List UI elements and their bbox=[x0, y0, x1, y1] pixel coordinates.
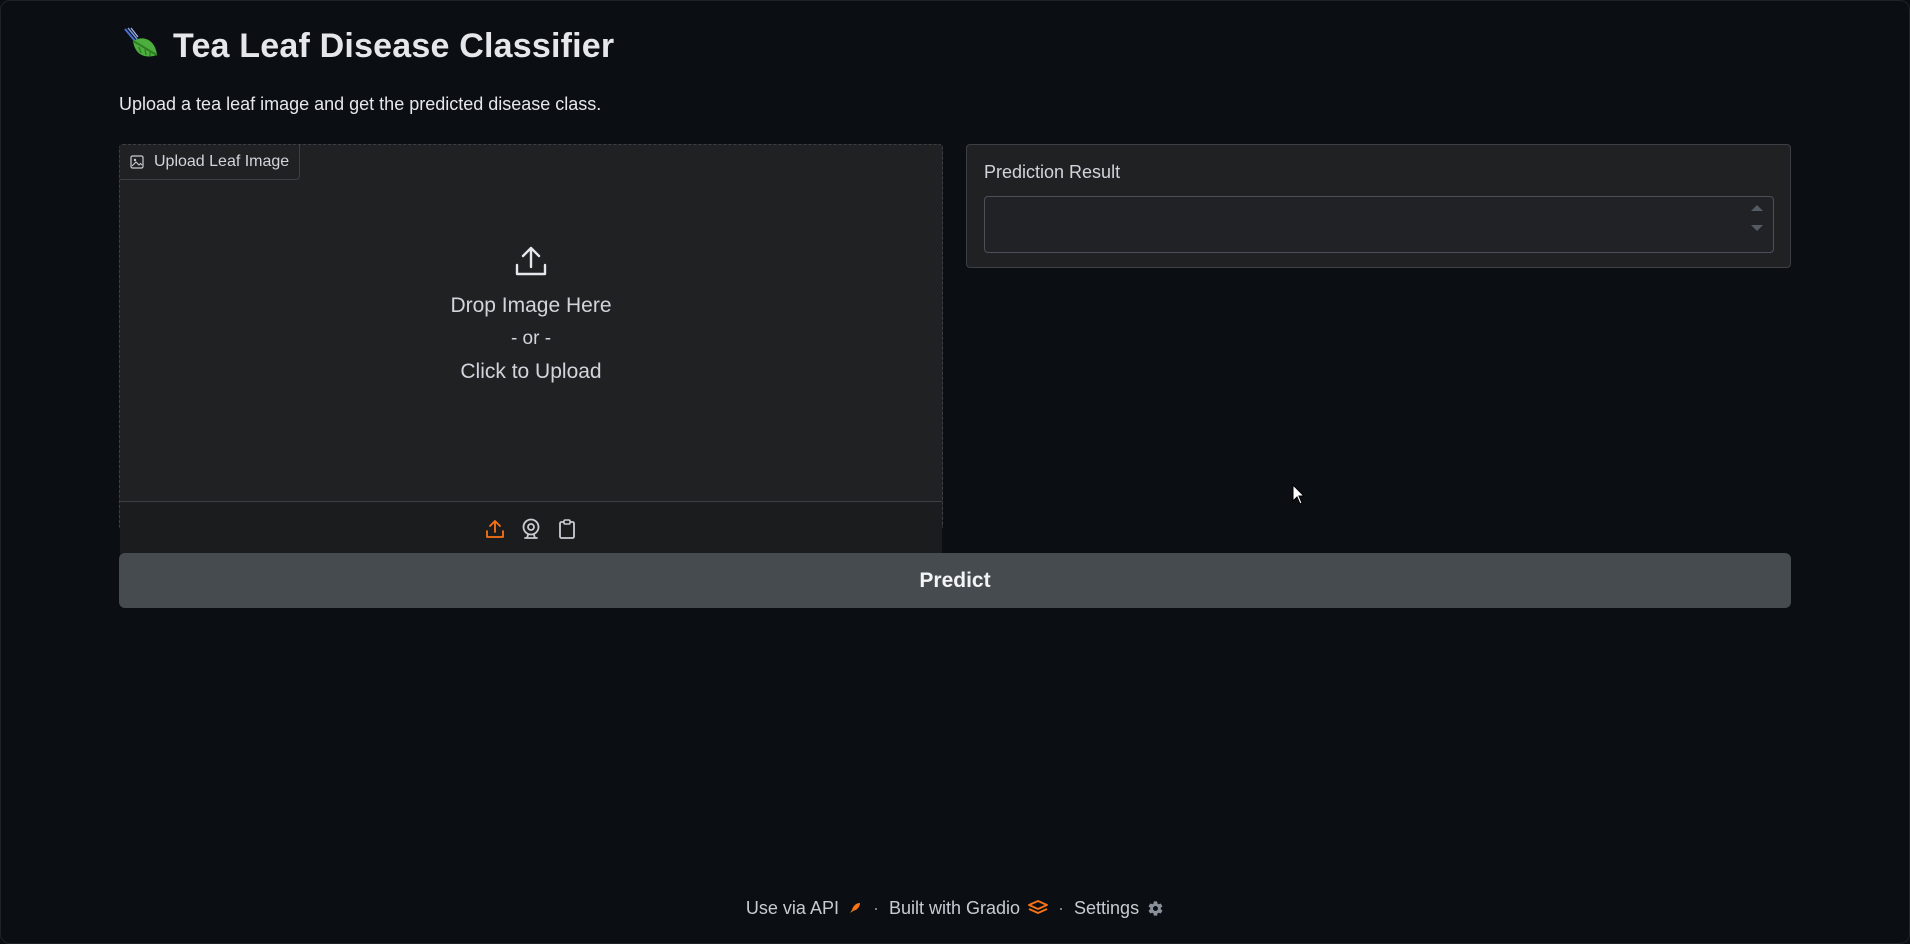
webcam-icon bbox=[522, 518, 540, 539]
prediction-result-panel: Prediction Result bbox=[966, 144, 1791, 268]
use-via-api-label: Use via API bbox=[745, 897, 839, 918]
image-upload-panel: Upload Leaf Image Drop Image Here - or -… bbox=[119, 144, 943, 555]
app-header: Tea Leaf Disease Classifier bbox=[119, 20, 614, 72]
tea-leaf-icon bbox=[124, 27, 158, 57]
clipboard-icon bbox=[559, 518, 575, 539]
scroll-up-icon bbox=[1751, 205, 1763, 211]
upload-icon bbox=[486, 519, 504, 538]
clipboard-source-button[interactable] bbox=[556, 518, 578, 540]
upload-panel-label: Upload Leaf Image bbox=[120, 145, 301, 180]
drop-image-text: Drop Image Here bbox=[450, 294, 612, 317]
settings-link[interactable]: Settings bbox=[1074, 898, 1164, 919]
prediction-result-field[interactable] bbox=[984, 196, 1774, 253]
result-scroll-arrows[interactable] bbox=[1751, 205, 1763, 231]
rocket-icon bbox=[849, 903, 860, 913]
upload-source-button[interactable] bbox=[484, 518, 506, 540]
source-selector bbox=[120, 501, 942, 555]
built-with-gradio-label: Built with Gradio bbox=[888, 897, 1021, 918]
footer-separator: · bbox=[1058, 897, 1065, 918]
footer: Use via API · Built with Gradio · Settin… bbox=[0, 894, 1910, 922]
mouse-pointer-icon bbox=[1292, 484, 1306, 505]
page-description: Upload a tea leaf image and get the pred… bbox=[119, 94, 602, 114]
gear-icon bbox=[1148, 900, 1163, 916]
page-title: Tea Leaf Disease Classifier bbox=[173, 26, 615, 65]
or-divider-text: - or - bbox=[510, 328, 552, 349]
upload-arrow-icon bbox=[515, 246, 547, 276]
image-icon bbox=[130, 155, 144, 169]
predict-button[interactable]: Predict bbox=[119, 553, 1791, 608]
prediction-result-label: Prediction Result bbox=[984, 162, 1121, 182]
scroll-down-icon bbox=[1751, 225, 1763, 231]
built-with-gradio-link[interactable]: Built with Gradio bbox=[889, 898, 1048, 919]
settings-label: Settings bbox=[1074, 897, 1140, 918]
upload-label-text: Upload Leaf Image bbox=[154, 153, 290, 170]
click-to-upload-text: Click to Upload bbox=[460, 360, 602, 383]
footer-separator: · bbox=[872, 897, 879, 918]
webcam-source-button[interactable] bbox=[520, 518, 542, 540]
image-drop-zone[interactable]: Drop Image Here - or - Click to Upload bbox=[120, 179, 942, 476]
gradio-logo-icon bbox=[1028, 900, 1048, 914]
use-via-api-link[interactable]: Use via API bbox=[746, 898, 863, 919]
